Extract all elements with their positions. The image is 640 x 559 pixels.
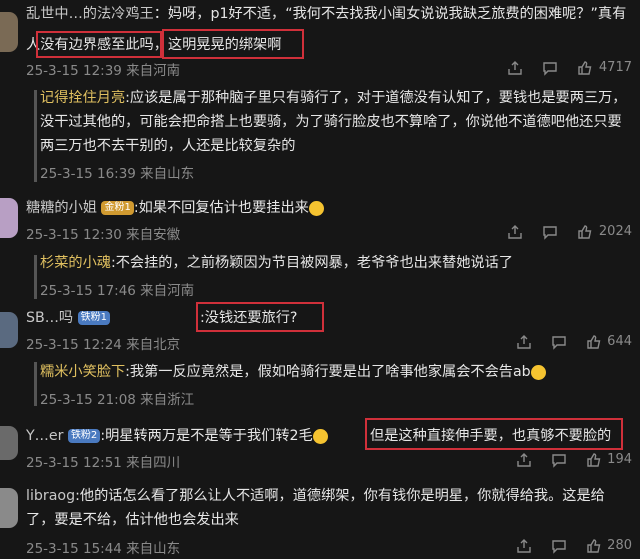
like-count: 2024	[598, 224, 632, 239]
reply-indicator	[34, 90, 37, 182]
like-count: 644	[607, 334, 632, 349]
reply-meta: 25-3-15 17:46 来自河南	[40, 283, 195, 299]
reply-meta: 25-3-15 16:39 来自山东	[40, 166, 195, 182]
like-button[interactable]: 280	[585, 537, 632, 554]
avatar[interactable]	[0, 198, 18, 238]
username[interactable]: 乱世中…的法冷鸡王	[26, 6, 154, 22]
username[interactable]: libraog	[26, 488, 75, 504]
thumbs-up-icon	[577, 223, 594, 240]
comment-meta: 25-3-15 12:39 来自河南	[26, 63, 181, 79]
comment-text: SB…吗 铁粉1	[26, 308, 111, 328]
comment-meta: 25-3-15 12:24 来自北京	[26, 337, 181, 353]
username[interactable]: 糖糖的小姐	[26, 200, 97, 216]
username[interactable]: 记得拴住月亮	[40, 90, 125, 106]
action-bar: 644	[515, 333, 632, 350]
comment-icon[interactable]	[542, 223, 559, 240]
like-count: 280	[607, 538, 632, 553]
username[interactable]: Y…er	[26, 428, 63, 444]
thumbs-up-icon	[585, 537, 602, 554]
avatar[interactable]	[0, 488, 18, 528]
fan-badge: 金粉1	[101, 201, 134, 215]
action-bar: 280	[515, 537, 632, 554]
reply-text: 糯米小笑脸下:我第一反应竟然是，假如哈骑行要是出了啥事他家属会不会告ab	[40, 362, 546, 382]
highlight-box	[365, 418, 623, 450]
username[interactable]: 杉菜的小魂	[40, 255, 111, 271]
comment-text: 糖糖的小姐 金粉1:如果不回复估计也要挂出来	[26, 198, 324, 218]
emoji-icon	[308, 200, 324, 216]
comment-icon[interactable]	[550, 537, 567, 554]
avatar[interactable]	[0, 426, 18, 460]
fan-badge: 铁粉2	[67, 429, 101, 443]
reply-text: 杉菜的小魂:不会挂的，之前杨颖因为节目被网暴，老爷爷也出来替她说话了	[40, 255, 513, 271]
action-bar: 4717	[507, 59, 632, 76]
highlight-box	[36, 31, 162, 58]
reply-text: 没干过其他的，可能会把命搭上也要骑，为了骑行脸皮也不算啥了，你说他不道德吧他还只…	[40, 114, 622, 130]
share-icon[interactable]	[515, 537, 532, 554]
reply-text: 记得拴住月亮:应该是属于那种脑子里只有骑行了，对于道德没有认知了，要钱也是要两三…	[40, 90, 627, 106]
reply-indicator	[34, 255, 37, 299]
avatar[interactable]	[0, 12, 18, 52]
like-button[interactable]: 2024	[577, 223, 632, 240]
comment-text: libraog:他的话怎么看了那么让人不适啊，道德绑架，你有钱你是明星，你就得给…	[26, 488, 605, 504]
comment-text: Y…er 铁粉2:明星转两万是不是等于我们转2毛	[26, 426, 328, 446]
fan-badge: 铁粉1	[77, 311, 111, 325]
reply-meta: 25-3-15 21:08 来自浙江	[40, 392, 195, 408]
comment-meta: 25-3-15 12:51 来自四川	[26, 455, 181, 471]
comment-meta: 25-3-15 12:30 来自安徽	[26, 227, 181, 243]
highlight-box	[162, 29, 304, 59]
comment-text: 乱世中…的法冷鸡王：妈呀，p1好不适，“我何不去找我小闺女说说我缺乏旅费的困难呢…	[26, 6, 627, 22]
reply-indicator	[34, 362, 37, 406]
thumbs-up-icon	[577, 59, 594, 76]
share-icon[interactable]	[507, 223, 524, 240]
share-icon[interactable]	[507, 59, 524, 76]
emoji-icon	[312, 428, 328, 444]
like-button[interactable]: 4717	[577, 59, 632, 76]
thumbs-up-icon	[585, 333, 602, 350]
username[interactable]: SB…吗	[26, 310, 73, 326]
comment-text: 了，要是不给，估计他也会发出来	[26, 512, 239, 528]
action-bar: 194	[515, 451, 632, 468]
like-count: 194	[607, 452, 632, 467]
comment-icon[interactable]	[550, 333, 567, 350]
comment-meta: 25-3-15 15:44 来自山东	[26, 541, 181, 557]
like-count: 4717	[598, 60, 632, 75]
action-bar: 2024	[507, 223, 632, 240]
highlight-box	[196, 302, 324, 332]
comment-icon[interactable]	[550, 451, 567, 468]
share-icon[interactable]	[515, 333, 532, 350]
like-button[interactable]: 644	[585, 333, 632, 350]
like-button[interactable]: 194	[585, 451, 632, 468]
share-icon[interactable]	[515, 451, 532, 468]
avatar[interactable]	[0, 312, 18, 348]
reply-text: 两三万也不去干别的，人还是比较复杂的	[40, 138, 296, 154]
username[interactable]: 糯米小笑脸下	[40, 364, 125, 380]
emoji-icon	[530, 364, 546, 380]
thumbs-up-icon	[585, 451, 602, 468]
comment-icon[interactable]	[542, 59, 559, 76]
